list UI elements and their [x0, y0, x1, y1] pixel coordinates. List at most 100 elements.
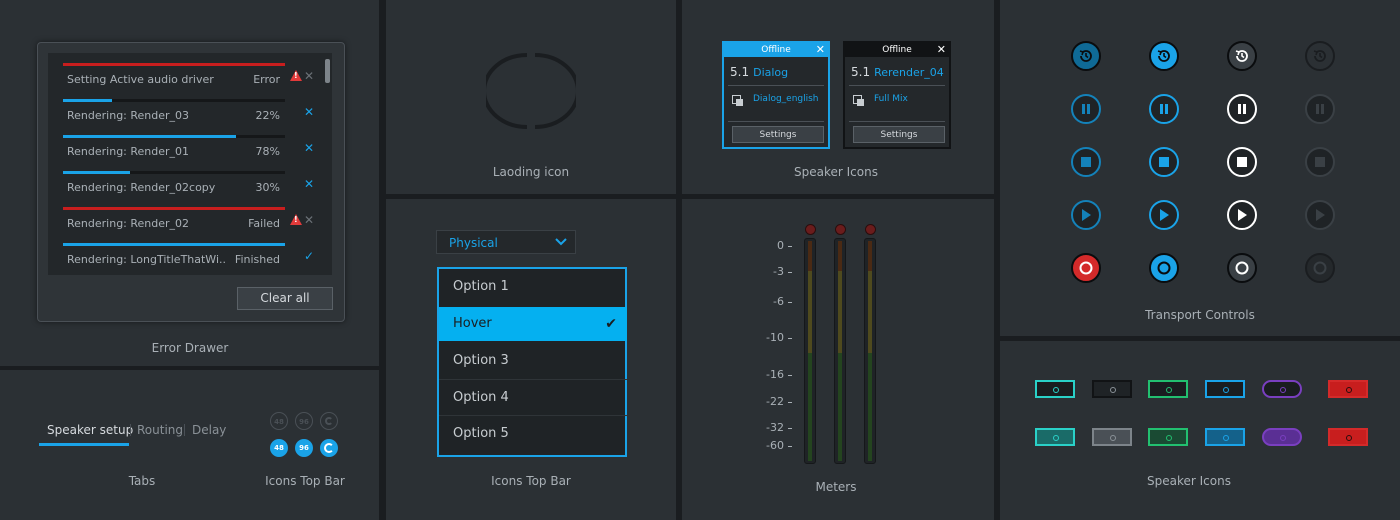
dropdown-menu: Option 1 Hover ✔ Option 3 Option 4 Option 5: [437, 267, 627, 457]
tab-delay[interactable]: Delay: [192, 423, 226, 437]
meter-scale-label: -16: [766, 368, 784, 381]
sync-active-icon[interactable]: [320, 439, 338, 457]
play-disabled-button[interactable]: [1305, 200, 1335, 230]
transport-caption: Transport Controls: [1145, 308, 1255, 322]
warning-icon: [290, 70, 302, 81]
pause-disabled-button[interactable]: [1305, 94, 1335, 124]
close-icon[interactable]: ✕: [816, 43, 825, 57]
close-icon[interactable]: ✕: [304, 141, 314, 155]
record-pressed-button[interactable]: [1227, 253, 1257, 283]
speaker-card-dialog[interactable]: Offline ✕ 5.1 Dialog Dialog_english Setti…: [722, 41, 830, 149]
card-name: Dialog: [753, 66, 789, 79]
divider: [728, 121, 824, 122]
speaker-icon[interactable]: [1262, 428, 1302, 446]
progress-bar: [63, 135, 285, 138]
speaker-icons-caption: Speaker Icons: [1147, 474, 1231, 488]
play-icon: [1073, 202, 1099, 228]
progress-fill: [63, 243, 285, 246]
speaker-icon[interactable]: [1328, 428, 1368, 446]
meter-scale-tick: [788, 428, 792, 429]
stop-normal-button[interactable]: [1071, 147, 1101, 177]
stop-disabled-button[interactable]: [1305, 147, 1335, 177]
clip-indicator[interactable]: [805, 224, 816, 235]
drawer-row: Rendering: Render_02copy 30% ✕: [48, 165, 318, 201]
speaker-icon[interactable]: [1205, 428, 1245, 446]
history-icon: [1073, 43, 1099, 69]
play-pressed-button[interactable]: [1227, 200, 1257, 230]
meter-scale-tick: [788, 375, 792, 376]
play-normal-button[interactable]: [1071, 200, 1101, 230]
speaker-icon[interactable]: [1148, 380, 1188, 398]
clip-indicator[interactable]: [865, 224, 876, 235]
speaker-icon[interactable]: [1092, 428, 1132, 446]
loading-spinner-icon: [486, 53, 576, 129]
sample-rate-96-icon[interactable]: 96: [295, 412, 313, 430]
record-disabled-button[interactable]: [1305, 253, 1335, 283]
close-icon[interactable]: ✕: [304, 69, 314, 83]
history-disabled-button[interactable]: [1305, 41, 1335, 71]
error-drawer: Setting Active audio driverError✕Renderi…: [37, 42, 345, 322]
stop-pressed-button[interactable]: [1227, 147, 1257, 177]
active-tab-indicator: [39, 443, 129, 446]
speaker-icon[interactable]: [1148, 428, 1188, 446]
clear-all-button[interactable]: Clear all: [237, 287, 333, 310]
clip-indicator[interactable]: [835, 224, 846, 235]
meter-zone-yellow: [838, 271, 842, 353]
history-normal-button[interactable]: [1071, 41, 1101, 71]
progress-fill: [63, 135, 237, 138]
meter-scale-tick: [788, 246, 792, 247]
speaker-card-rerender[interactable]: Offline ✕ 5.1 Rerender_04 Full Mix Settin…: [843, 41, 951, 149]
pause-hover-button[interactable]: [1149, 94, 1179, 124]
sample-rate-48-active-icon[interactable]: 48: [270, 439, 288, 457]
speaker-icon[interactable]: [1262, 380, 1302, 398]
speaker-dot: [1110, 435, 1116, 441]
stop-icon: [1307, 149, 1333, 175]
speaker-icon[interactable]: [1205, 380, 1245, 398]
settings-button[interactable]: Settings: [853, 126, 945, 143]
sample-rate-48-icon[interactable]: 48: [270, 412, 288, 430]
speaker-dot: [1053, 435, 1059, 441]
sample-rate-96-active-icon[interactable]: 96: [295, 439, 313, 457]
tab-speaker-setup[interactable]: Speaker setup: [47, 423, 133, 437]
pause-normal-button[interactable]: [1071, 94, 1101, 124]
close-icon[interactable]: ✕: [304, 177, 314, 191]
pause-pressed-button[interactable]: [1227, 94, 1257, 124]
dropdown-option[interactable]: Option 1: [439, 269, 627, 305]
history-hover-button[interactable]: [1149, 41, 1179, 71]
checkmark-icon: ✔: [605, 316, 617, 332]
record-normal-button[interactable]: [1071, 253, 1101, 283]
speaker-icon[interactable]: [1328, 380, 1368, 398]
divider: [849, 121, 945, 122]
play-hover-button[interactable]: [1149, 200, 1179, 230]
play-icon: [1229, 202, 1255, 228]
drawer-scrollbar[interactable]: [325, 59, 330, 83]
card-subtitle: Full Mix: [874, 94, 908, 104]
meter-scale-label: -32: [766, 421, 784, 434]
dropdown-caption: Icons Top Bar: [491, 474, 571, 488]
history-icon: [1229, 43, 1255, 69]
record-hover-button[interactable]: [1149, 253, 1179, 283]
speaker-dot: [1166, 387, 1172, 393]
history-pressed-button[interactable]: [1227, 41, 1257, 71]
speaker-icon[interactable]: [1035, 428, 1075, 446]
meter-scale-tick: [788, 446, 792, 447]
close-icon[interactable]: ✕: [304, 105, 314, 119]
dropdown-option[interactable]: Option 3: [439, 343, 627, 379]
close-icon[interactable]: ✕: [304, 213, 314, 227]
settings-button[interactable]: Settings: [732, 126, 824, 143]
meter-zone-red: [868, 241, 872, 271]
dropdown-value: Physical: [449, 236, 498, 250]
dropdown-option[interactable]: Option 4: [439, 379, 627, 415]
dropdown-option[interactable]: Hover ✔: [439, 307, 627, 341]
stop-icon: [1151, 149, 1177, 175]
stop-hover-button[interactable]: [1149, 147, 1179, 177]
dropdown-option[interactable]: Option 5: [439, 415, 627, 451]
speaker-icon[interactable]: [1092, 380, 1132, 398]
drawer-row: Rendering: Render_01 78% ✕: [48, 129, 318, 165]
speaker-icon[interactable]: [1035, 380, 1075, 398]
tab-routing[interactable]: Routing: [137, 423, 183, 437]
sync-icon[interactable]: [320, 412, 338, 430]
dropdown-select[interactable]: Physical: [436, 230, 576, 254]
meter-scale-label: -6: [773, 295, 784, 308]
close-icon[interactable]: ✕: [937, 43, 946, 57]
